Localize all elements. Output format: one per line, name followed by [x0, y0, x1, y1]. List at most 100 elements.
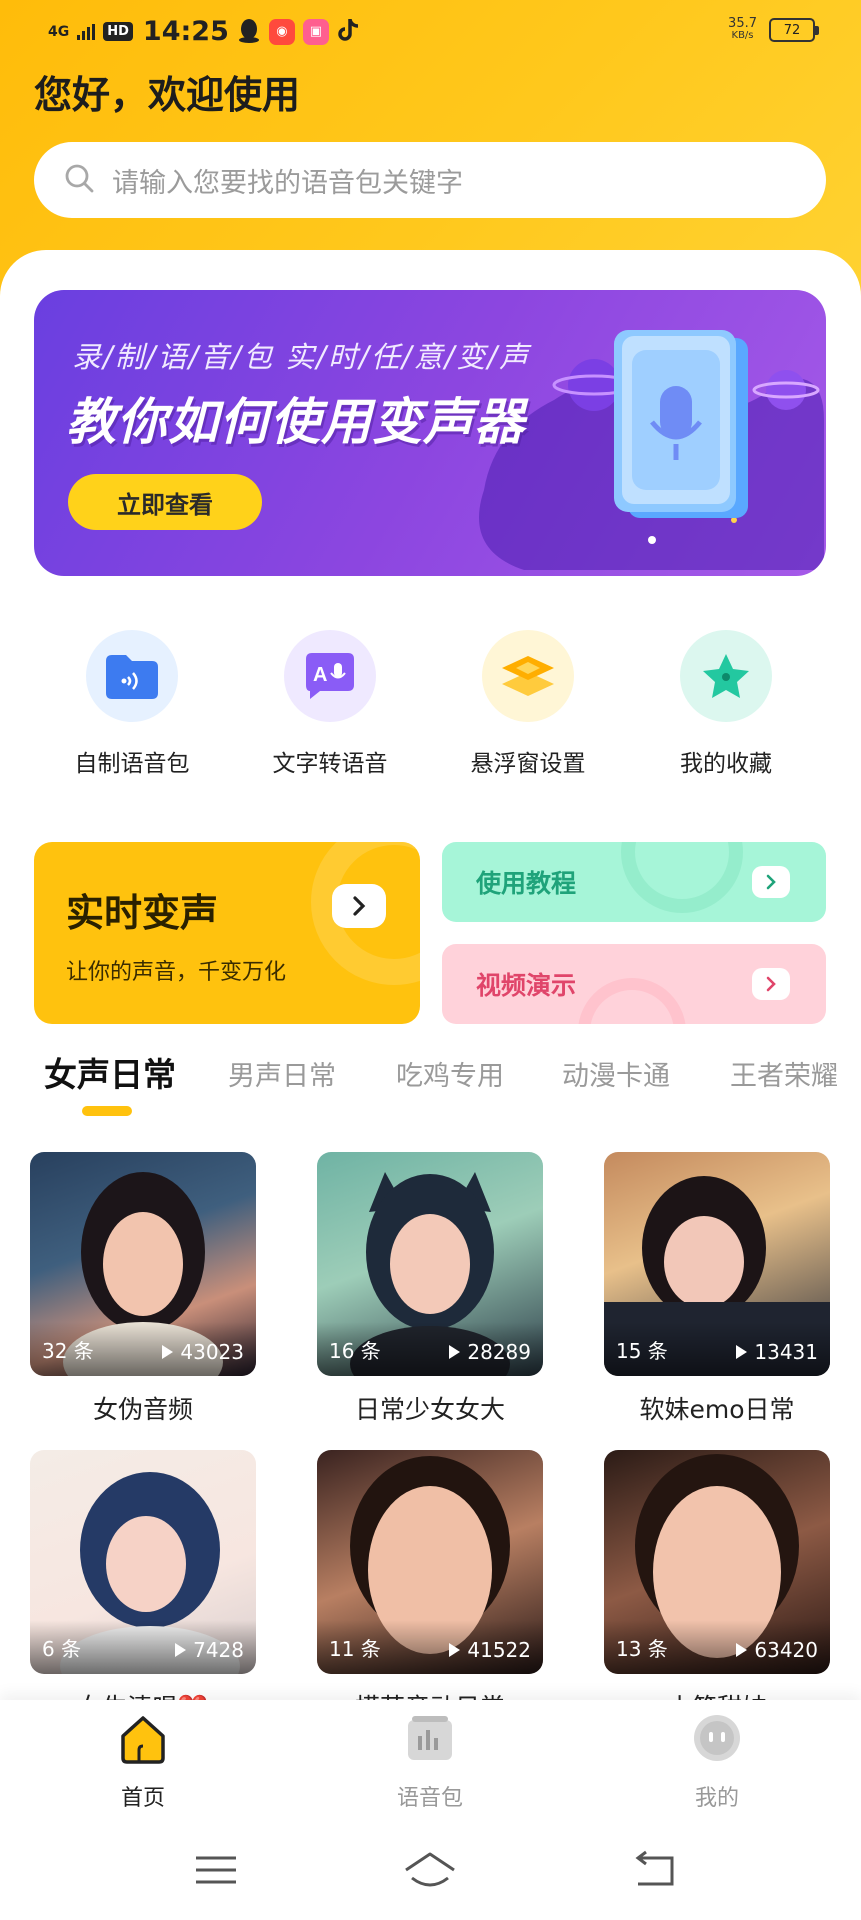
feature-custom-voice-pack[interactable]: 自制语音包 — [32, 630, 232, 778]
greeting-title: 您好，欢迎使用 — [34, 73, 301, 117]
clip-count: 32 条 — [42, 1339, 94, 1363]
play-count-value: 28289 — [467, 1340, 531, 1364]
play-count: 63420 — [734, 1638, 818, 1662]
play-count-value: 13431 — [754, 1340, 818, 1364]
voice-pack-name: 软妹emo日常 — [639, 1395, 795, 1424]
star-icon — [680, 630, 772, 722]
play-count-value: 7428 — [193, 1638, 244, 1662]
voice-pack-card[interactable]: 15 条 13431 软妹emo日常 — [604, 1152, 830, 1426]
search-input[interactable]: 请输入您要找的语音包关键字 — [112, 161, 463, 200]
tab-pubg[interactable]: 吃鸡专用 — [396, 1054, 504, 1093]
portrait-image: 11 条 41522 — [317, 1450, 543, 1674]
tiktok-icon — [337, 17, 359, 47]
chevron-right-icon — [332, 884, 386, 928]
feature-shortcuts: 自制语音包 A 文字转语音 悬浮窗设置 我的收藏 — [0, 630, 861, 790]
clock: 14:25 — [142, 16, 229, 47]
system-nav-bar — [0, 1818, 861, 1920]
play-icon — [736, 1643, 748, 1657]
video-demo-title: 视频演示 — [476, 971, 577, 1000]
realtime-subtitle: 让你的声音，千变万化 — [66, 960, 287, 985]
realtime-voice-change-card[interactable]: 实时变声 让你的声音，千变万化 — [34, 842, 420, 1024]
status-left: 4G HD 14:25 ◉ ▣ — [48, 16, 359, 47]
signal-icon — [77, 23, 96, 40]
tab-male-daily[interactable]: 男声日常 — [228, 1054, 336, 1093]
play-icon — [449, 1345, 461, 1359]
nav-label: 语音包 — [396, 1786, 463, 1811]
voice-pack-grid: 32 条 43023 女伪音频 16 条 28289 日常少女女大 15 条 1… — [0, 1152, 861, 1712]
kuaishou-icon: ◉ — [268, 18, 295, 45]
battery-level: 72 — [783, 22, 801, 38]
voice-pack-card[interactable]: 13 条 63420 小笼甜妹 — [604, 1450, 830, 1712]
realtime-title: 实时变声 — [66, 891, 219, 935]
play-count-value: 41522 — [467, 1638, 531, 1662]
bilibili-icon: ▣ — [302, 18, 329, 45]
banner-subtitle: 录/制/语/音/包 实/时/任/意/变/声 — [72, 340, 531, 374]
clip-count: 11 条 — [329, 1637, 381, 1661]
portrait-image: 6 条 7428 — [30, 1450, 256, 1674]
play-icon — [162, 1345, 174, 1359]
back-icon[interactable] — [626, 1848, 686, 1892]
clip-count: 13 条 — [616, 1637, 668, 1661]
feature-label: 我的收藏 — [680, 751, 772, 777]
play-icon — [736, 1345, 748, 1359]
tab-female-daily[interactable]: 女声日常 — [44, 1048, 176, 1096]
speed-value: 35.7 — [728, 16, 757, 31]
home-nav-icon[interactable] — [400, 1848, 460, 1892]
search-bar[interactable]: 请输入您要找的语音包关键字 — [34, 142, 826, 218]
layers-icon — [482, 630, 574, 722]
video-demo-card[interactable]: 视频演示 — [442, 944, 826, 1024]
play-count-value: 43023 — [180, 1340, 244, 1364]
battery-icon: 72 — [769, 18, 819, 42]
voice-pack-card[interactable]: 11 条 41522 模范音动日常 — [317, 1450, 543, 1712]
play-count: 7428 — [173, 1638, 244, 1662]
status-right: 35.7 KB/s 72 — [728, 16, 819, 42]
portrait-image: 16 条 28289 — [317, 1152, 543, 1376]
microphone-book-icon — [594, 322, 764, 532]
play-count: 43023 — [160, 1340, 244, 1364]
play-count-value: 63420 — [754, 1638, 818, 1662]
menu-icon[interactable] — [186, 1848, 246, 1892]
text-to-speech-icon: A — [284, 630, 376, 722]
feature-text-to-speech[interactable]: A 文字转语音 — [230, 630, 430, 778]
network-speed: 35.7 KB/s — [728, 16, 757, 42]
nav-profile[interactable]: 我的 — [647, 1710, 787, 1812]
voice-pack-card[interactable]: 16 条 28289 日常少女女大 — [317, 1152, 543, 1426]
play-count: 13431 — [734, 1340, 818, 1364]
banner-title: 教你如何使用变声器 — [66, 393, 525, 451]
tutorial-title: 使用教程 — [476, 869, 577, 898]
nav-voice-pack[interactable]: 语音包 — [360, 1710, 500, 1812]
chevron-right-icon — [752, 866, 790, 898]
voice-pack-name: 女伪音频 — [92, 1395, 193, 1424]
feature-my-favorites[interactable]: 我的收藏 — [626, 630, 826, 778]
play-count: 41522 — [447, 1638, 531, 1662]
feature-label: 自制语音包 — [74, 751, 190, 777]
category-tabs: 女声日常 男声日常 吃鸡专用 动漫卡通 王者荣耀 — [0, 1048, 861, 1118]
voice-pack-icon — [402, 1710, 458, 1766]
play-icon — [449, 1643, 461, 1657]
tab-anime[interactable]: 动漫卡通 — [562, 1054, 670, 1093]
portrait-image: 15 条 13431 — [604, 1152, 830, 1376]
tab-honor-of-kings[interactable]: 王者荣耀 — [730, 1054, 838, 1093]
chevron-right-icon — [752, 968, 790, 1000]
search-icon — [64, 163, 94, 197]
play-count: 28289 — [447, 1340, 531, 1364]
promo-banner[interactable]: 录/制/语/音/包 实/时/任/意/变/声 教你如何使用变声器 立即查看 — [34, 290, 826, 576]
feature-label: 悬浮窗设置 — [470, 751, 586, 777]
nav-label: 我的 — [694, 1786, 739, 1811]
voice-pack-card[interactable]: 32 条 43023 女伪音频 — [30, 1152, 256, 1426]
feature-floating-window[interactable]: 悬浮窗设置 — [428, 630, 628, 778]
hd-badge: HD — [103, 22, 133, 41]
active-tab-indicator — [82, 1106, 132, 1116]
tutorial-card[interactable]: 使用教程 — [442, 842, 826, 922]
play-icon — [175, 1643, 187, 1657]
bottom-nav: 首页 语音包 我的 — [0, 1700, 861, 1818]
voice-pack-card[interactable]: 6 条 7428 女生清唱❤️ — [30, 1450, 256, 1712]
portrait-image: 32 条 43023 — [30, 1152, 256, 1376]
home-icon — [115, 1710, 171, 1766]
clip-count: 16 条 — [329, 1339, 381, 1363]
speed-unit: KB/s — [731, 30, 754, 41]
view-now-button[interactable]: 立即查看 — [68, 474, 262, 530]
clip-count: 6 条 — [42, 1637, 82, 1661]
nav-home[interactable]: 首页 — [73, 1710, 213, 1812]
qq-icon — [237, 17, 261, 47]
